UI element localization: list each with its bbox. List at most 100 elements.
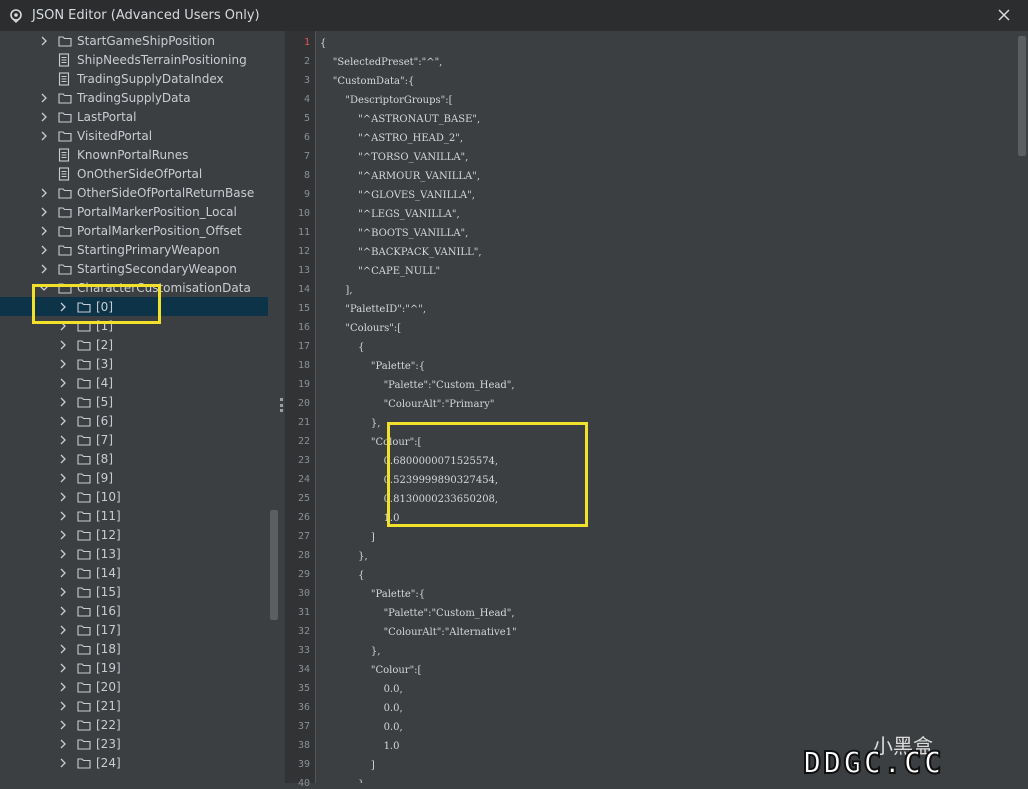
chevron-right-icon[interactable] [57,620,69,639]
chevron-right-icon[interactable] [57,601,69,620]
tree-item[interactable]: [10] [0,487,268,506]
chevron-right-icon[interactable] [38,202,50,221]
json-text-editor[interactable]: 1 2 3 4 5 6 7 8 9 10 11 12 13 14 15 16 17 18 19 20 21 22 23 24 2… [285,31,1028,789]
chevron-right-icon[interactable] [57,430,69,449]
tree-item[interactable]: TradingSupplyDataIndex [0,69,268,88]
tree-item[interactable]: [13] [0,544,268,563]
tree-item-label: [10] [96,489,121,504]
line-number: 38 [297,740,310,751]
tree-item[interactable]: [19] [0,658,268,677]
chevron-right-icon[interactable] [38,259,50,278]
tree-item[interactable]: [6] [0,411,268,430]
code-line: "Palette":"Custom_Head", [320,380,515,391]
tree-item[interactable]: TradingSupplyData [0,88,268,107]
chevron-right-icon[interactable] [57,734,69,753]
chevron-right-icon[interactable] [57,506,69,525]
tree-item[interactable]: StartingPrimaryWeapon [0,240,268,259]
line-number: 10 [297,208,310,219]
tree-item[interactable]: [11] [0,506,268,525]
chevron-right-icon[interactable] [38,31,50,50]
tree-item[interactable]: KnownPortalRunes [0,145,268,164]
tree-item[interactable]: [9] [0,468,268,487]
tree-item[interactable]: VisitedPortal [0,126,268,145]
line-number: 21 [297,417,310,428]
chevron-right-icon[interactable] [57,449,69,468]
chevron-right-icon[interactable] [57,335,69,354]
tree-item[interactable]: [14] [0,563,268,582]
chevron-right-icon[interactable] [38,240,50,259]
code-line: }, [320,418,381,429]
chevron-right-icon[interactable] [38,221,50,240]
editor-scrollbar[interactable] [1015,31,1028,783]
chevron-right-icon[interactable] [57,411,69,430]
chevron-right-icon[interactable] [57,468,69,487]
tree-item[interactable]: [23] [0,734,268,753]
tree-item[interactable]: [3] [0,354,268,373]
chevron-right-icon[interactable] [57,544,69,563]
tree-item[interactable]: StartGameShipPosition [0,31,268,50]
line-number: 37 [297,721,310,732]
chevron-right-icon[interactable] [57,373,69,392]
chevron-right-icon[interactable] [38,126,50,145]
folder-icon [77,718,91,732]
tree-item[interactable]: OnOtherSideOfPortal [0,164,268,183]
code-line: } [320,775,364,783]
tree-item[interactable]: [16] [0,601,268,620]
folder-icon [58,205,72,219]
tree-item[interactable]: [18] [0,639,268,658]
tree-scrollbar-thumb[interactable] [270,510,278,620]
tree-item-label: [2] [96,337,113,352]
tree-item-label: StartingPrimaryWeapon [77,242,220,257]
chevron-right-icon[interactable] [57,639,69,658]
code-line: "ColourAlt":"Alternative1" [320,627,517,638]
chevron-right-icon[interactable] [57,525,69,544]
chevron-right-icon[interactable] [57,753,69,772]
chevron-right-icon[interactable] [57,715,69,734]
tree-item[interactable]: OtherSideOfPortalReturnBase [0,183,268,202]
tree-item[interactable]: [24] [0,753,268,772]
line-number: 12 [297,246,310,257]
tree-item-label: VisitedPortal [77,128,153,143]
tree-item[interactable]: LastPortal [0,107,268,126]
code-line: "^ASTRONAUT_BASE", [320,114,481,125]
chevron-right-icon[interactable] [57,696,69,715]
chevron-right-icon[interactable] [57,582,69,601]
chevron-right-icon[interactable] [57,658,69,677]
editor-scrollbar-thumb[interactable] [1018,36,1026,156]
tree-item-label: TradingSupplyData [77,90,191,105]
chevron-right-icon[interactable] [38,107,50,126]
code-line: }, [320,551,368,562]
tree-item[interactable]: [17] [0,620,268,639]
tree-item[interactable]: [12] [0,525,268,544]
tree-scrollbar[interactable] [268,31,278,783]
tree-item[interactable]: [7] [0,430,268,449]
tree-item[interactable]: [2] [0,335,268,354]
chevron-right-icon[interactable] [38,88,50,107]
code-line: }, [320,646,381,657]
line-number: 9 [303,189,310,200]
chevron-right-icon[interactable] [57,392,69,411]
chevron-right-icon[interactable] [57,677,69,696]
chevron-right-icon[interactable] [57,354,69,373]
tree-item[interactable]: [4] [0,373,268,392]
code-area[interactable]: { "SelectedPreset":"^", "CustomData":{ "… [316,31,1015,783]
chevron-right-icon[interactable] [57,563,69,582]
folder-icon [77,642,91,656]
tree-item[interactable]: [22] [0,715,268,734]
tree-item[interactable]: [21] [0,696,268,715]
line-number: 35 [297,683,310,694]
tree-item[interactable]: [5] [0,392,268,411]
tree-item[interactable]: [8] [0,449,268,468]
tree-item[interactable]: [20] [0,677,268,696]
chevron-right-icon[interactable] [57,487,69,506]
folder-icon [77,433,91,447]
tree-item[interactable]: [15] [0,582,268,601]
tree-item[interactable]: ShipNeedsTerrainPositioning [0,50,268,69]
folder-icon [77,395,91,409]
tree-item[interactable]: PortalMarkerPosition_Local [0,202,268,221]
chevron-right-icon[interactable] [38,183,50,202]
tree-item[interactable]: PortalMarkerPosition_Offset [0,221,268,240]
tree-item[interactable]: StartingSecondaryWeapon [0,259,268,278]
close-button[interactable] [994,5,1014,25]
code-line: { [320,570,365,581]
